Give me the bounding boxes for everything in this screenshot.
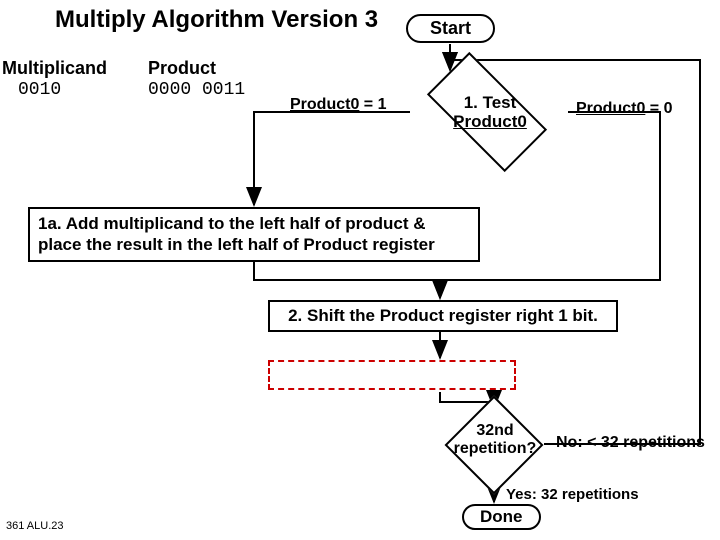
placeholder-step xyxy=(268,360,516,390)
page-title: Multiply Algorithm Version 3 xyxy=(55,6,378,34)
multiplicand-label: Multiplicand xyxy=(2,58,107,79)
step-2-shift: 2. Shift the Product register right 1 bi… xyxy=(268,300,618,332)
decision-test-product0-label: 1. Test Product0 xyxy=(430,94,550,131)
done-terminator: Done xyxy=(462,504,541,530)
slide-footer: 361 ALU.23 xyxy=(6,520,64,532)
branch-no: No: < 32 repetitions xyxy=(556,434,705,452)
step-1a-add: 1a. Add multiplicand to the left half of… xyxy=(28,207,480,262)
product-label: Product xyxy=(148,58,216,79)
decision-32nd-repetition-label: 32ndrepetition? xyxy=(442,422,548,459)
start-terminator: Start xyxy=(406,14,495,43)
branch-yes: Yes: 32 repetitions xyxy=(506,486,639,503)
product-value: 0000 0011 xyxy=(148,80,245,100)
branch-product0-eq-0: Product0 = 0 xyxy=(576,100,672,118)
branch-product0-eq-1: Product0 = 1 xyxy=(290,96,386,114)
multiplicand-value: 0010 xyxy=(18,80,61,100)
